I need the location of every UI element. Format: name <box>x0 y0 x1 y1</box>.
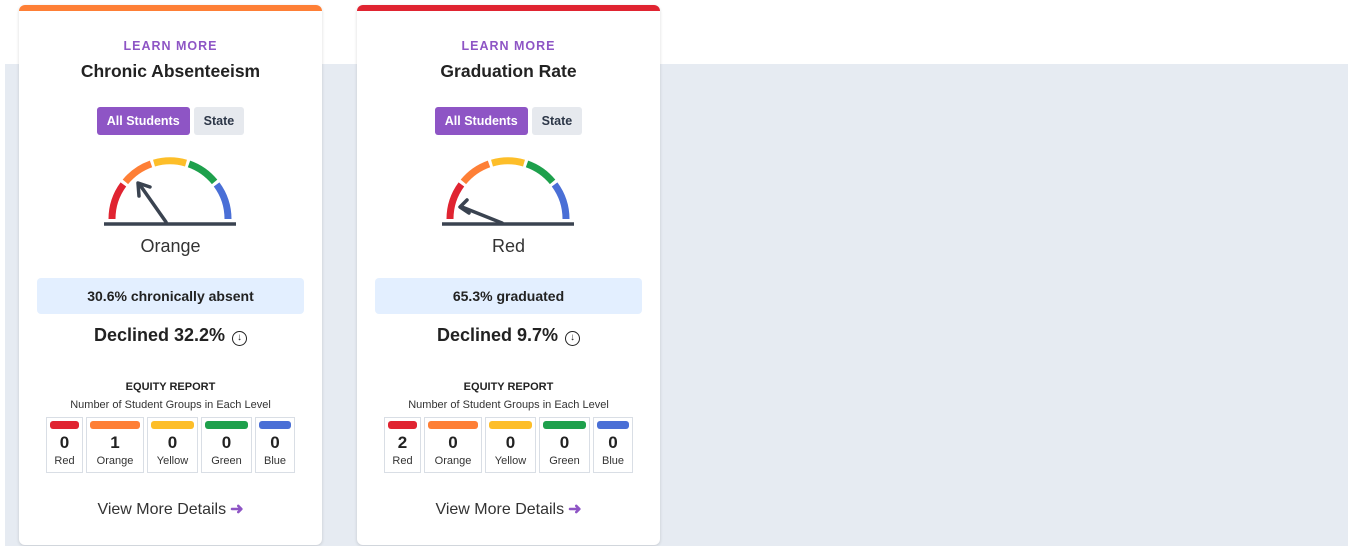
card-top-bar <box>357 5 660 11</box>
red-swatch <box>50 421 79 429</box>
equity-report-title: EQUITY REPORT <box>125 381 216 393</box>
toggle-state[interactable]: State <box>193 107 245 135</box>
count-value: 0 <box>608 433 618 452</box>
view-more-label: View More Details <box>435 501 565 518</box>
red-swatch <box>388 421 417 429</box>
indicator-card-chronic-absenteeism: LEARN MORE Chronic Absenteeism All Stude… <box>19 5 322 545</box>
level-count-yellow: 0 Yellow <box>147 417 198 473</box>
status-summary: 65.3% graduated <box>375 278 642 314</box>
view-more-label: View More Details <box>97 501 227 518</box>
blue-swatch <box>597 421 629 429</box>
level-count-red: 2 Red <box>384 417 421 473</box>
equity-level-counts: 2 Red 0 Orange 0 Yellow 0 Green 0 Blue <box>357 417 660 473</box>
count-value: 2 <box>397 433 408 452</box>
change-text: Declined 9.7% <box>436 325 559 345</box>
level-count-yellow: 0 Yellow <box>485 417 536 473</box>
count-label: Orange <box>434 455 472 467</box>
count-label: Green <box>211 455 242 467</box>
status-summary: 30.6% chronically absent <box>37 278 304 314</box>
learn-more-link[interactable]: LEARN MORE <box>19 39 322 53</box>
green-swatch <box>205 421 248 429</box>
count-label: Blue <box>601 455 625 467</box>
count-label: Red <box>54 455 75 467</box>
count-label: Yellow <box>156 455 189 467</box>
student-group-toggle: All Students State <box>19 107 322 135</box>
orange-swatch <box>428 421 478 429</box>
performance-level: Red <box>491 236 526 256</box>
toggle-all-students[interactable]: All Students <box>434 107 528 135</box>
count-value: 0 <box>505 433 516 452</box>
count-label: Yellow <box>494 455 527 467</box>
learn-more-link[interactable]: LEARN MORE <box>357 39 660 53</box>
count-value: 0 <box>270 433 280 452</box>
change-summary: Declined 9.7% ↓ <box>357 325 660 346</box>
count-value: 0 <box>448 433 458 452</box>
count-value: 0 <box>167 433 178 452</box>
yellow-swatch <box>489 421 532 429</box>
level-count-green: 0 Green <box>539 417 590 473</box>
orange-swatch <box>90 421 140 429</box>
arrow-down-circle-icon: ↓ <box>565 331 581 346</box>
equity-report-subtitle: Number of Student Groups in Each Level <box>408 399 609 411</box>
performance-level: Orange <box>140 236 201 256</box>
toggle-state[interactable]: State <box>531 107 583 135</box>
count-value: 0 <box>221 433 232 452</box>
student-group-toggle: All Students State <box>357 107 660 135</box>
level-count-orange: 1 Orange <box>86 417 144 473</box>
count-value: 0 <box>59 433 70 452</box>
performance-gauge <box>104 157 236 226</box>
level-count-green: 0 Green <box>201 417 252 473</box>
toggle-all-students[interactable]: All Students <box>96 107 190 135</box>
level-count-blue: 0 Blue <box>593 417 633 473</box>
count-label: Blue <box>263 455 287 467</box>
count-label: Orange <box>96 455 134 467</box>
view-more-details-link[interactable]: View More Details ➜ <box>19 499 322 519</box>
yellow-swatch <box>151 421 194 429</box>
arrow-right-icon: ➜ <box>230 501 244 518</box>
equity-report-subtitle: Number of Student Groups in Each Level <box>70 399 271 411</box>
count-value: 1 <box>110 433 120 452</box>
change-summary: Declined 32.2% ↓ <box>19 325 322 346</box>
level-count-blue: 0 Blue <box>255 417 295 473</box>
level-count-red: 0 Red <box>46 417 83 473</box>
level-count-orange: 0 Orange <box>424 417 482 473</box>
arrow-right-icon: ➜ <box>568 501 582 518</box>
performance-gauge <box>442 157 574 226</box>
green-swatch <box>543 421 586 429</box>
count-label: Red <box>392 455 413 467</box>
card-title: Chronic Absenteeism <box>80 61 261 81</box>
card-title: Graduation Rate <box>440 61 577 81</box>
arrow-down-circle-icon: ↓ <box>232 331 248 346</box>
change-text: Declined 32.2% <box>93 325 226 345</box>
equity-level-counts: 0 Red 1 Orange 0 Yellow 0 Green 0 Blue <box>19 417 322 473</box>
card-top-bar <box>19 5 322 11</box>
count-label: Green <box>549 455 580 467</box>
blue-swatch <box>259 421 291 429</box>
view-more-details-link[interactable]: View More Details ➜ <box>357 499 660 519</box>
equity-report-title: EQUITY REPORT <box>463 381 554 393</box>
indicator-card-graduation-rate: LEARN MORE Graduation Rate All Students … <box>357 5 660 545</box>
count-value: 0 <box>559 433 570 452</box>
